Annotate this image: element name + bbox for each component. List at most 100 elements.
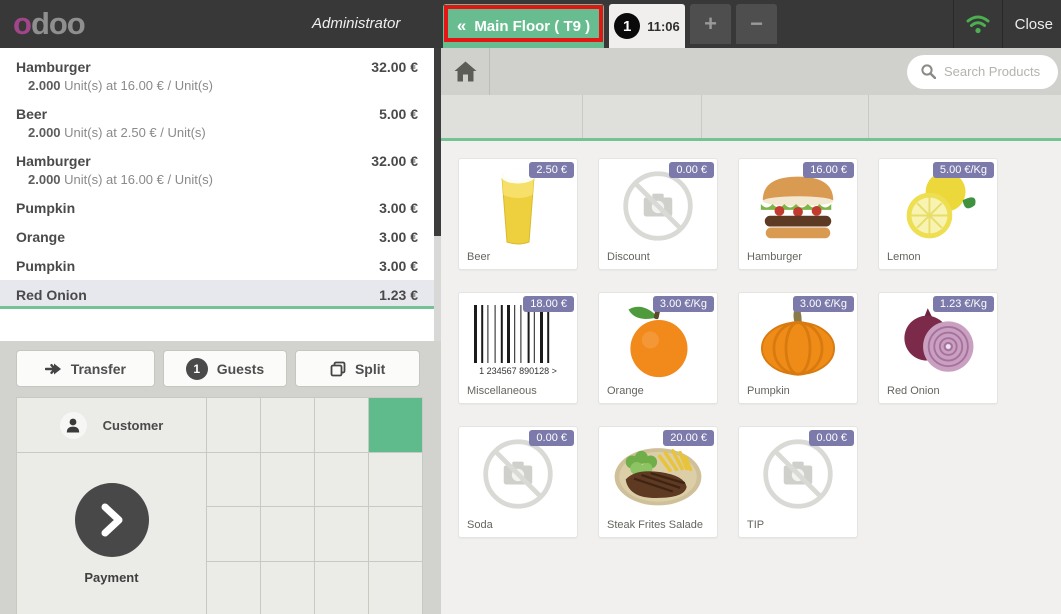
order-line-price: 5.00 €	[379, 106, 418, 122]
order-panel: Hamburger 32.00 € 2.000 Unit(s) at 16.00…	[0, 48, 441, 614]
order-line-name: Beer	[16, 106, 48, 122]
copy-pages-icon	[330, 361, 346, 376]
order-line-name: Hamburger	[16, 153, 91, 169]
numpad-key[interactable]	[369, 507, 422, 561]
order-line-price: 3.00 €	[379, 229, 418, 245]
numpad-key[interactable]	[369, 452, 422, 506]
category-tab-restaurant[interactable]	[702, 95, 869, 138]
order-line-name: Red Onion	[16, 287, 87, 303]
pos-app: odoo Administrator « Main Floor ( T9 ) 1…	[0, 0, 1061, 614]
numpad-key[interactable]	[369, 398, 422, 452]
order-line[interactable]: Pumpkin 3.00 €	[0, 193, 434, 222]
numpad-key[interactable]	[207, 561, 260, 614]
product-card[interactable]: 0.00 € Discount	[598, 158, 718, 270]
product-card[interactable]: 3.00 €/Kg Orange	[598, 292, 718, 404]
order-line-price: 3.00 €	[379, 200, 418, 216]
chevrons-left-icon: «	[456, 16, 467, 35]
transfer-label: Transfer	[70, 360, 126, 377]
numpad-key[interactable]	[207, 507, 260, 561]
odoo-logo: odoo	[13, 6, 86, 41]
numpad-key[interactable]	[315, 452, 368, 506]
product-card[interactable]: 2.50 € Beer	[458, 158, 578, 270]
order-line[interactable]: Hamburger 32.00 € 2.000 Unit(s) at 16.00…	[0, 52, 434, 99]
action-pad: Transfer 1 Guests Split Customer Payment	[0, 341, 441, 614]
order-line[interactable]: Hamburger 32.00 € 2.000 Unit(s) at 16.00…	[0, 146, 434, 193]
price-tag: 0.00 €	[809, 430, 854, 446]
order-line-price: 32.00 €	[371, 59, 418, 75]
backspace-key[interactable]	[369, 561, 422, 614]
add-order-button[interactable]: +	[690, 4, 731, 44]
numpad	[207, 398, 422, 614]
person-icon	[59, 411, 87, 439]
products-toolbar	[441, 48, 1061, 95]
price-tag: 18.00 €	[523, 296, 574, 312]
price-tag: 5.00 €/Kg	[932, 162, 994, 178]
product-card[interactable]: 0.00 € Soda	[458, 426, 578, 538]
home-button[interactable]	[441, 48, 490, 95]
numpad-key[interactable]	[261, 398, 314, 452]
product-card[interactable]: 5.00 €/Kg Lemon	[878, 158, 998, 270]
username-label: Administrator	[312, 15, 401, 32]
search-box[interactable]	[907, 54, 1058, 89]
product-card[interactable]: 0.00 € TIP	[738, 426, 858, 538]
product-card[interactable]: 20.00 € Steak Frites Salade	[598, 426, 718, 538]
category-tab-vegetables[interactable]	[869, 95, 1061, 138]
product-name: TIP	[747, 519, 765, 531]
guest-count-badge: 1	[185, 357, 208, 380]
numpad-key[interactable]	[207, 452, 260, 506]
pads-grid: Customer Payment	[16, 397, 423, 614]
customer-button[interactable]: Customer	[17, 398, 206, 452]
category-tab-tea[interactable]	[583, 95, 702, 138]
close-button[interactable]: Close	[1003, 0, 1061, 48]
order-line[interactable]: Orange 3.00 €	[0, 222, 434, 251]
price-tag: 0.00 €	[669, 162, 714, 178]
order-line-name: Orange	[16, 229, 66, 245]
product-name: Hamburger	[747, 251, 803, 263]
price-tag: 20.00 €	[663, 430, 714, 446]
numpad-key[interactable]	[315, 398, 368, 452]
numpad-key[interactable]	[261, 507, 314, 561]
order-line-price: 32.00 €	[371, 153, 418, 169]
transfer-button[interactable]: Transfer	[16, 350, 155, 387]
payment-label: Payment	[84, 570, 139, 585]
order-list-wrap: Hamburger 32.00 € 2.000 Unit(s) at 16.00…	[0, 48, 441, 341]
order-line-name: Hamburger	[16, 59, 91, 75]
product-name: Discount	[607, 251, 650, 263]
order-line[interactable]: Red Onion 1.23 €	[0, 280, 434, 309]
order-list: Hamburger 32.00 € 2.000 Unit(s) at 16.00…	[0, 48, 434, 341]
product-name: Pumpkin	[747, 385, 790, 397]
split-button[interactable]: Split	[295, 350, 420, 387]
product-card[interactable]: 18.00 € 1 234567 890128 > Miscellaneous	[458, 292, 578, 404]
product-name: Soda	[467, 519, 493, 531]
order-line-name: Pumpkin	[16, 200, 76, 216]
payment-button[interactable]: Payment	[17, 453, 206, 614]
product-card[interactable]: 16.00 € Hamburger	[738, 158, 858, 270]
numpad-key[interactable]	[315, 561, 368, 614]
floor-tabs: « Main Floor ( T9 ) 1 11:06 + −	[443, 4, 777, 48]
order-line-detail: 2.000 Unit(s) at 16.00 € / Unit(s)	[28, 78, 213, 93]
wifi-icon[interactable]	[954, 0, 1002, 48]
numpad-key[interactable]	[207, 398, 260, 452]
remove-order-button[interactable]: −	[736, 4, 777, 44]
product-name: Beer	[467, 251, 491, 263]
numpad-key[interactable]	[261, 561, 314, 614]
search-input[interactable]	[944, 64, 1056, 79]
order-tab[interactable]: 1 11:06	[609, 4, 685, 48]
product-card[interactable]: 1.23 €/Kg Red Onion	[878, 292, 998, 404]
order-line[interactable]: Pumpkin 3.00 €	[0, 251, 434, 280]
price-tag: 1.23 €/Kg	[932, 296, 994, 312]
product-card[interactable]: 3.00 €/Kg Pumpkin	[738, 292, 858, 404]
category-tab-fruits[interactable]	[441, 95, 583, 138]
numpad-key[interactable]	[315, 507, 368, 561]
floor-tab-main-floor[interactable]: « Main Floor ( T9 )	[443, 4, 604, 48]
split-label: Split	[354, 360, 386, 377]
product-name: Miscellaneous	[467, 385, 537, 397]
order-scrollbar[interactable]	[434, 48, 441, 341]
arrow-right-icon	[44, 363, 61, 374]
order-count-badge: 1	[614, 13, 641, 39]
numpad-key[interactable]	[261, 452, 314, 506]
scrollbar-thumb[interactable]	[434, 48, 441, 236]
guests-button[interactable]: 1 Guests	[162, 350, 288, 387]
price-tag: 3.00 €/Kg	[792, 296, 854, 312]
order-line[interactable]: Beer 5.00 € 2.000 Unit(s) at 2.50 € / Un…	[0, 99, 434, 146]
